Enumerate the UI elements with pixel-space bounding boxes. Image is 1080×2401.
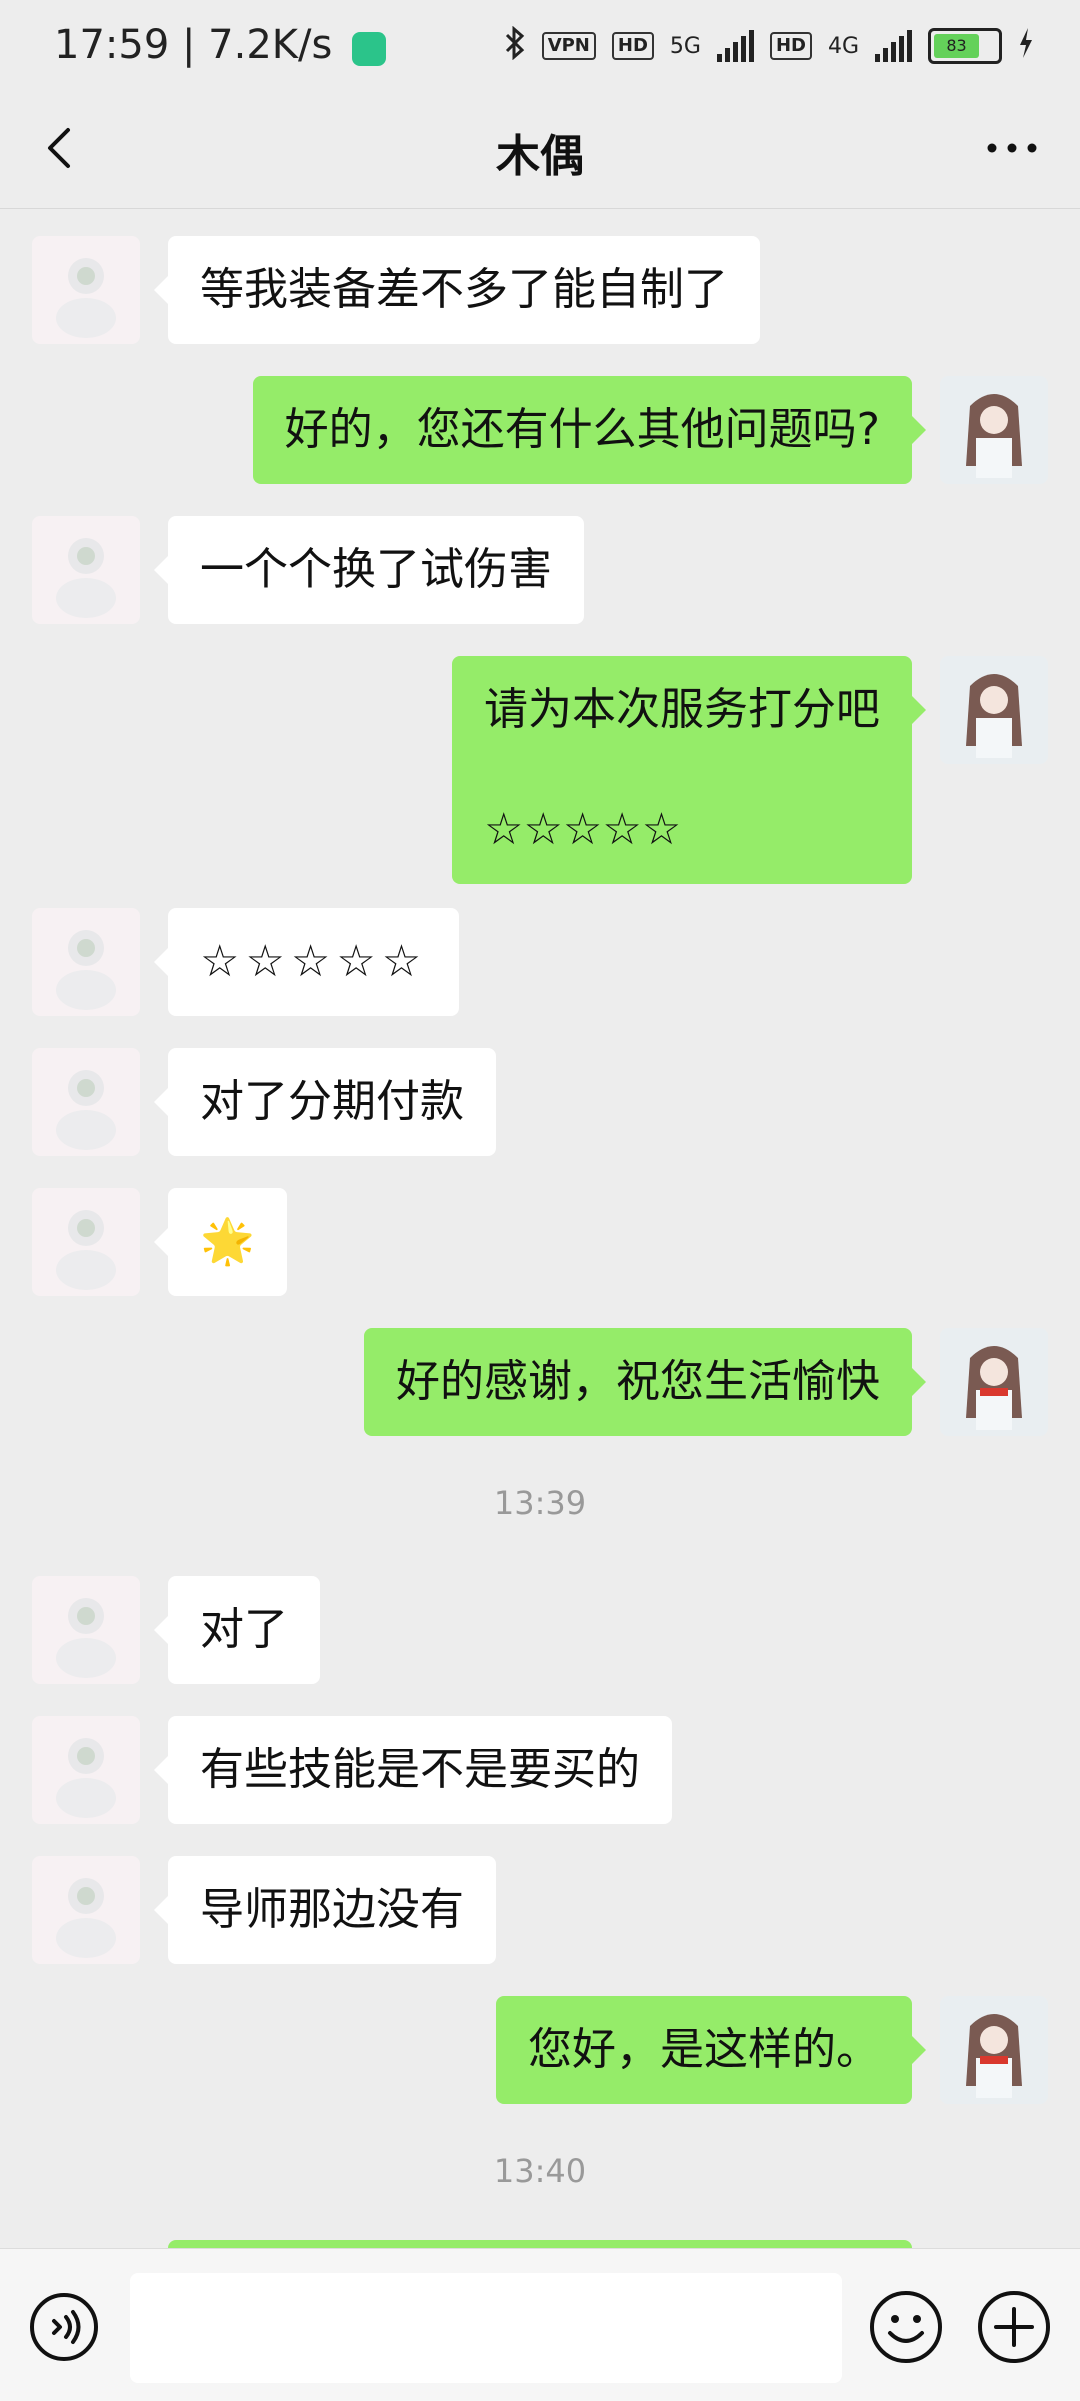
battery-icon: 83 — [928, 28, 1002, 64]
network-5g-label: 5G — [669, 33, 701, 59]
message-bubble[interactable]: 一个个换了试伤害 — [154, 516, 584, 624]
contact-avatar[interactable] — [32, 1576, 140, 1684]
contact-avatar[interactable] — [32, 516, 140, 624]
hd-badge: HD — [611, 32, 654, 60]
message-bubble[interactable]: 对了分期付款 — [154, 1048, 496, 1156]
contact-avatar[interactable] — [32, 1188, 140, 1296]
message-input[interactable] — [130, 2273, 842, 2383]
network-4g-label: 4G — [827, 33, 859, 59]
hd-badge-2: HD — [769, 32, 812, 60]
battery-level: 83 — [934, 34, 979, 58]
add-icon[interactable] — [976, 2289, 1052, 2365]
message-bubble[interactable]: 好的感谢，祝您生活愉快 — [364, 1328, 926, 1436]
contact-avatar[interactable] — [32, 236, 140, 344]
chat-title: 木偶 — [496, 131, 584, 182]
contact-avatar[interactable] — [32, 908, 140, 1016]
contact-avatar[interactable] — [32, 1716, 140, 1824]
message-bubble[interactable]: 您好，是这样的。 — [496, 1996, 926, 2104]
message-bubble[interactable]: 好的，您还有什么其他问题吗? — [252, 376, 927, 484]
message-bubble[interactable]: 有些技能是不是要买的 — [154, 1716, 672, 1824]
charging-icon — [1018, 28, 1034, 64]
vpn-badge: VPN — [541, 32, 596, 60]
contact-avatar[interactable] — [32, 1856, 140, 1964]
status-bar: 17:59 | 7.2K/s VPN HD 5G HD 4G 83 — [0, 0, 1080, 96]
more-options-icon[interactable] — [984, 128, 1040, 168]
bluetooth-icon — [504, 25, 526, 66]
message-timestamp: 13:39 — [493, 1484, 587, 1522]
message-bubble[interactable]: ☆☆☆☆☆ — [153, 908, 460, 1016]
user-avatar[interactable] — [940, 376, 1048, 484]
input-bar — [0, 2248, 1080, 2401]
emoji-message-bubble[interactable]: 🌟 — [154, 1188, 287, 1296]
emoji-icon[interactable] — [868, 2289, 944, 2365]
message-bubble[interactable]: 对了 — [154, 1576, 320, 1684]
contact-avatar[interactable] — [32, 1048, 140, 1156]
voice-input-icon[interactable] — [28, 2291, 100, 2363]
app-notification-icon — [352, 32, 386, 66]
signal-icon — [716, 30, 754, 62]
chat-header: 木偶 — [0, 96, 1080, 209]
message-bubble[interactable]: 导师那边没有 — [154, 1856, 496, 1964]
message-timestamp: 13:40 — [493, 2152, 587, 2190]
user-avatar[interactable] — [940, 1328, 1048, 1436]
status-icons: VPN HD 5G HD 4G 83 — [504, 25, 1034, 66]
status-time: 17:59 | 7.2K/s — [54, 22, 333, 68]
user-avatar[interactable] — [940, 1996, 1048, 2104]
user-avatar[interactable] — [940, 656, 1048, 764]
rating-request-bubble[interactable]: 请为本次服务打分吧 ☆☆☆☆☆ — [452, 656, 926, 884]
signal-icon-2 — [875, 30, 912, 62]
message-bubble[interactable]: 等我装备差不多了能自制了 — [154, 236, 760, 344]
